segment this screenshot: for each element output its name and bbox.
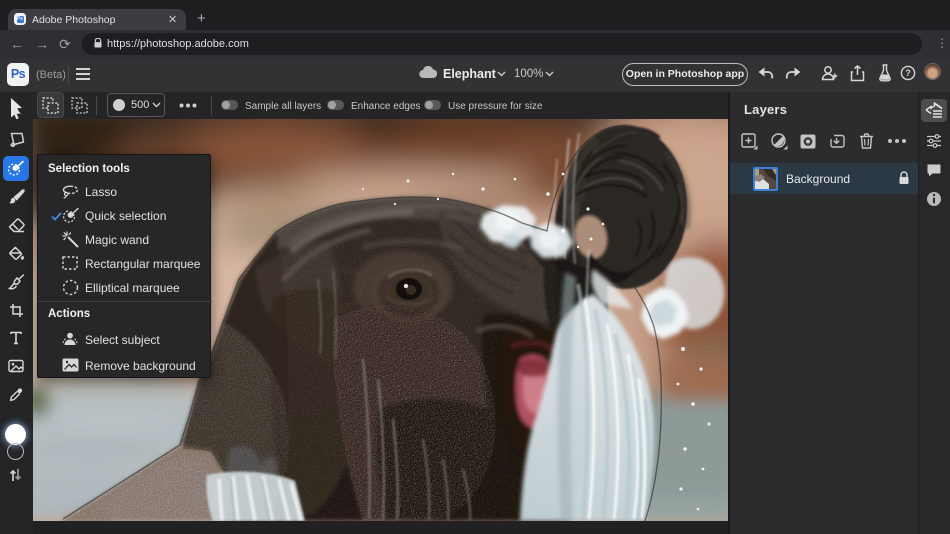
svg-text:?: ? (905, 68, 911, 78)
